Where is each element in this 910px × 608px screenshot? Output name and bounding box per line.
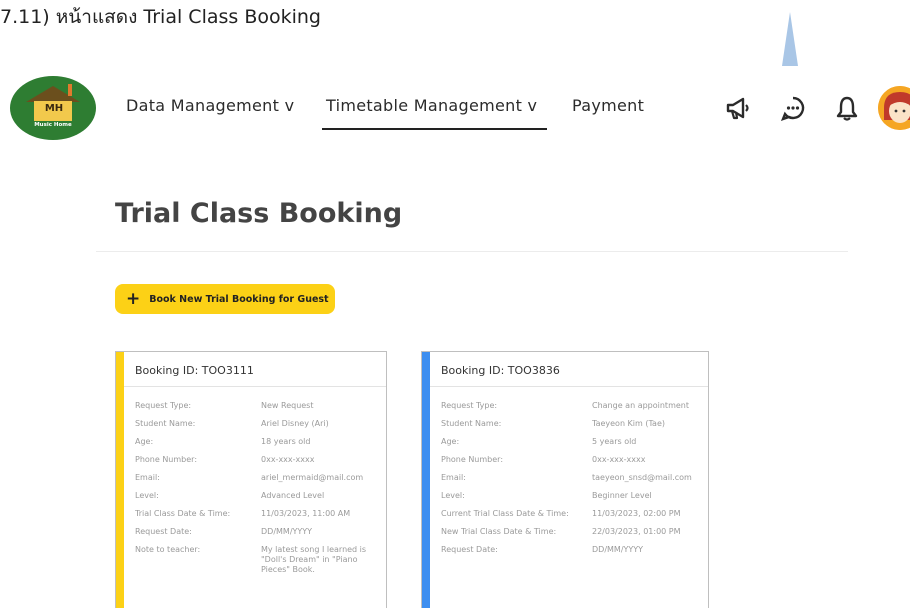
row-label: Request Type: [135, 401, 192, 410]
megaphone-icon[interactable] [724, 94, 752, 122]
booking-id: Booking ID: TOO3836 [441, 364, 560, 377]
nav-data-management[interactable]: Data Management v [126, 96, 294, 115]
app-logo[interactable]: MH Music Home [10, 76, 96, 140]
chat-icon[interactable] [779, 94, 807, 122]
user-avatar[interactable] [878, 86, 910, 130]
email-value: ariel_mermaid@mail.com [261, 473, 364, 482]
level-value: Advanced Level [261, 491, 325, 500]
decorative-spike [782, 12, 798, 66]
document-caption: 7.11) หน้าแสดง Trial Class Booking [0, 6, 321, 28]
row-label: Student Name: [135, 419, 196, 428]
request-date-value: DD/MM/YYYY [592, 545, 644, 554]
card-divider [124, 386, 386, 387]
row-label: Request Date: [441, 545, 498, 554]
row-label: Level: [441, 491, 465, 500]
request-type-value: Change an appointment [592, 401, 689, 410]
phone-value: 0xx-xxx-xxxx [261, 455, 315, 464]
bell-icon[interactable] [833, 94, 861, 122]
header-divider [96, 251, 848, 252]
row-label: Age: [441, 437, 460, 446]
plus-icon: + [126, 288, 141, 309]
card-divider [430, 386, 708, 387]
student-name-value: Taeyeon Kim (Tae) [592, 419, 665, 428]
new-trial-date-value: 22/03/2023, 01:00 PM [592, 527, 681, 536]
book-new-trial-label: Book New Trial Booking for Guest [149, 293, 329, 305]
age-value: 18 years old [261, 437, 311, 446]
row-label: Request Date: [135, 527, 192, 536]
row-label: Email: [441, 473, 466, 482]
age-value: 5 years old [592, 437, 637, 446]
row-label: Age: [135, 437, 154, 446]
row-label: New Trial Class Date & Time: [441, 527, 557, 536]
email-value: taeyeon_snsd@mail.com [592, 473, 692, 482]
row-label: Phone Number: [441, 455, 504, 464]
trial-date-value: 11/03/2023, 11:00 AM [261, 509, 351, 518]
level-value: Beginner Level [592, 491, 652, 500]
request-type-value: New Request [261, 401, 314, 410]
row-label: Email: [135, 473, 160, 482]
row-label: Note to teacher: [135, 545, 201, 554]
nav-timetable-management[interactable]: Timetable Management v [321, 96, 548, 130]
page-title: Trial Class Booking [115, 198, 403, 229]
card-accent-stripe [422, 352, 430, 608]
row-label: Level: [135, 491, 159, 500]
phone-value: 0xx-xxx-xxxx [592, 455, 646, 464]
current-trial-date-value: 11/03/2023, 02:00 PM [592, 509, 681, 518]
card-accent-stripe [116, 352, 124, 608]
note-value: My latest song I learned is "Doll's Drea… [261, 545, 367, 574]
row-label: Request Type: [441, 401, 498, 410]
request-date-value: DD/MM/YYYY [261, 527, 313, 536]
booking-card[interactable]: Booking ID: TOO3836 Request Type: Studen… [421, 351, 709, 608]
row-label: Current Trial Class Date & Time: [441, 509, 569, 518]
logo-initials: MH [44, 103, 64, 114]
logo-subtitle: Music Home [34, 122, 72, 128]
booking-id: Booking ID: TOO3111 [135, 364, 254, 377]
booking-card[interactable]: Booking ID: TOO3111 Request Type: Studen… [115, 351, 387, 608]
student-name-value: Ariel Disney (Ari) [261, 419, 329, 428]
row-label: Phone Number: [135, 455, 198, 464]
row-label: Student Name: [441, 419, 502, 428]
nav-payment[interactable]: Payment [572, 96, 644, 115]
row-label: Trial Class Date & Time: [135, 509, 231, 518]
book-new-trial-button[interactable]: + Book New Trial Booking for Guest [115, 284, 335, 314]
